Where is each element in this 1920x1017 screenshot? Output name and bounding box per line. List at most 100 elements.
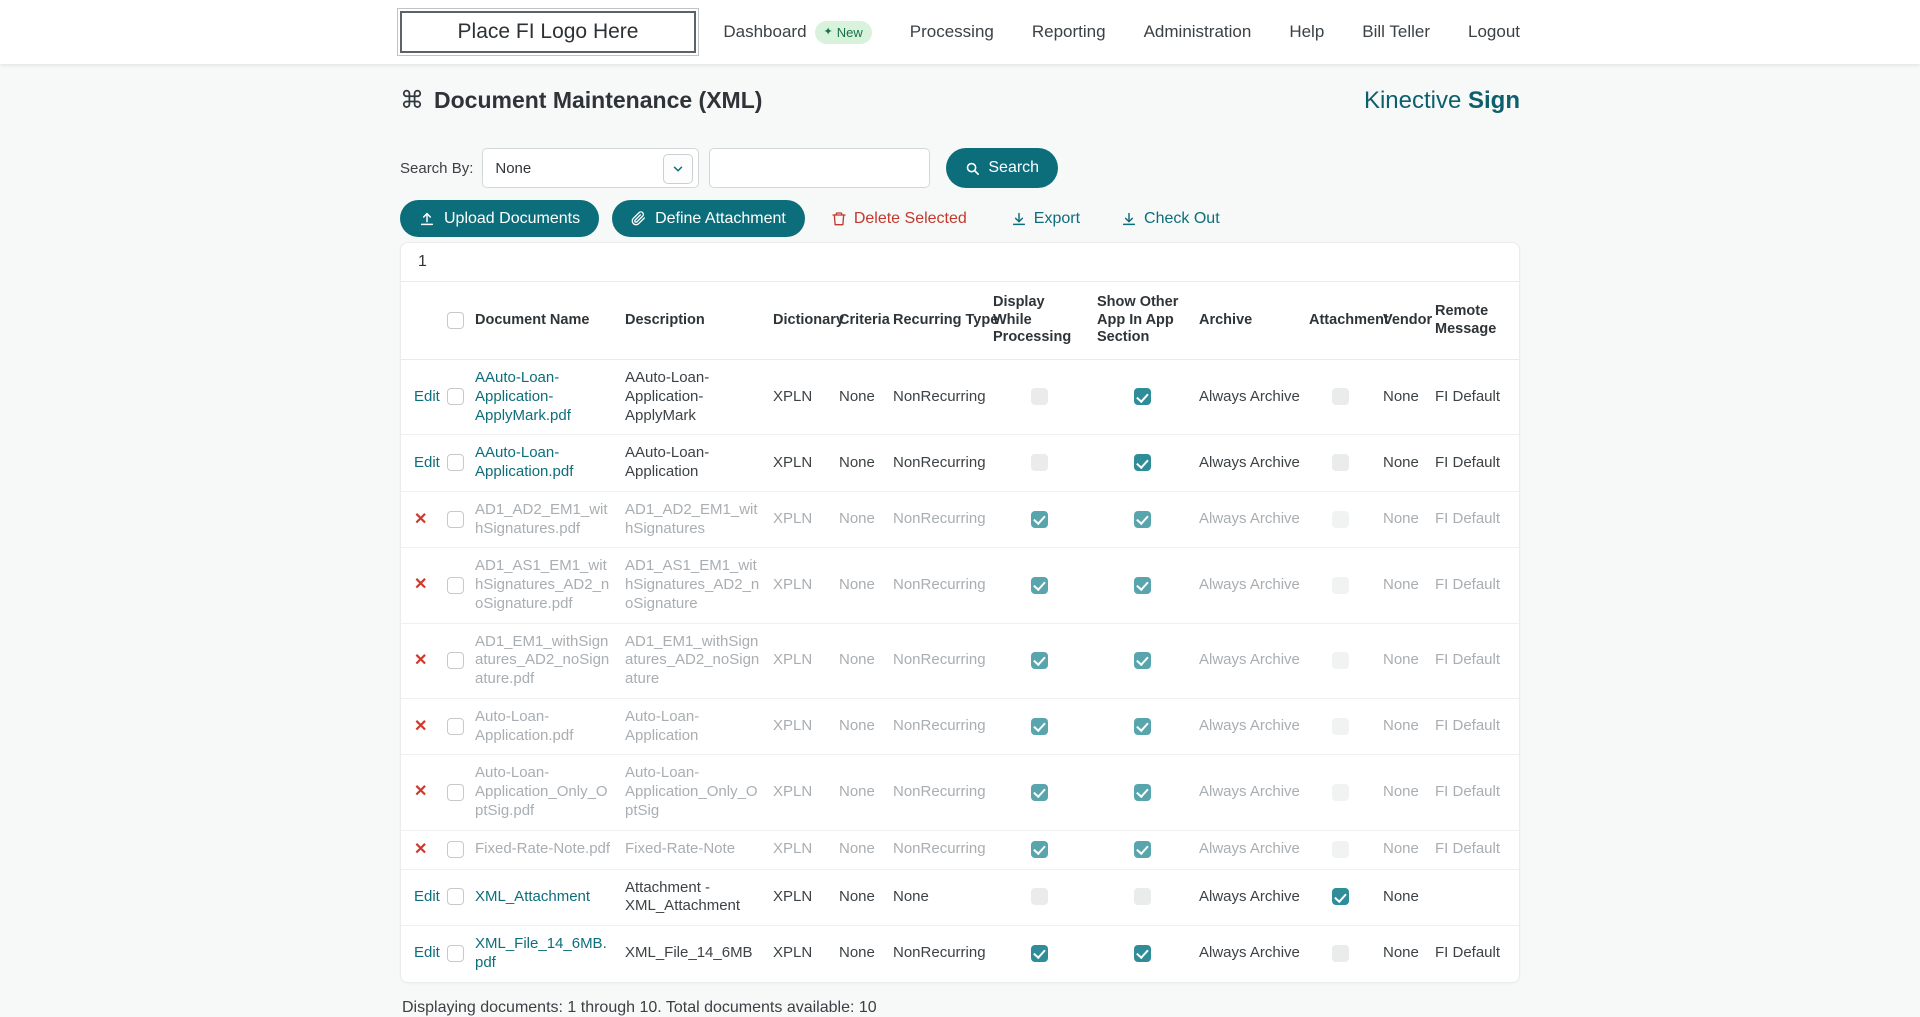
col-description: Description — [619, 282, 767, 360]
cancel-checkout-x-icon[interactable]: ✕ — [414, 652, 427, 669]
edit-link[interactable]: Edit — [414, 388, 440, 405]
attachment-checkbox[interactable] — [1332, 888, 1349, 905]
check-out-button[interactable]: Check Out — [1121, 210, 1220, 228]
document-name-link: Auto-Loan-Application_Only_OptSig.pdf — [475, 764, 608, 819]
remote-message-cell: FI Default — [1429, 755, 1519, 830]
document-name-link[interactable]: XML_Attachment — [475, 888, 590, 905]
row-select-checkbox[interactable] — [447, 511, 464, 528]
remote-message-cell: FI Default — [1429, 435, 1519, 492]
col-show-other-app: Show Other App In App Section — [1091, 282, 1193, 360]
cancel-checkout-x-icon[interactable]: ✕ — [414, 718, 427, 735]
recurring-type-cell: NonRecurring — [887, 360, 987, 435]
show-other-app-checkbox[interactable] — [1134, 888, 1151, 905]
attachment-checkbox[interactable] — [1332, 945, 1349, 962]
edit-link[interactable]: Edit — [414, 454, 440, 471]
display-while-processing-checkbox[interactable] — [1031, 945, 1048, 962]
row-select-checkbox[interactable] — [447, 577, 464, 594]
table-row: ✕ AD1_AS1_EM1_withSignatures_AD2_noSigna… — [401, 548, 1519, 623]
cancel-checkout-x-icon[interactable]: ✕ — [414, 783, 427, 800]
criteria-cell: None — [833, 360, 887, 435]
dictionary-cell: XPLN — [767, 830, 833, 869]
row-select-checkbox[interactable] — [447, 784, 464, 801]
row-select-checkbox[interactable] — [447, 888, 464, 905]
page-title: ⌘ Document Maintenance (XML) — [400, 86, 762, 115]
display-while-processing-checkbox — [1031, 652, 1048, 669]
description-cell: XML_File_14_6MB — [619, 926, 767, 982]
upload-documents-button[interactable]: Upload Documents — [400, 200, 599, 237]
criteria-cell: None — [833, 755, 887, 830]
page-title-text: Document Maintenance (XML) — [434, 87, 762, 114]
description-cell: AD1_AS1_EM1_withSignatures_AD2_noSignatu… — [619, 548, 767, 623]
display-while-processing-checkbox[interactable] — [1031, 888, 1048, 905]
nav-dashboard[interactable]: Dashboard ✦ New — [723, 21, 871, 44]
nav-administration[interactable]: Administration — [1144, 22, 1252, 42]
search-by-select[interactable]: None — [482, 148, 699, 188]
search-button[interactable]: Search — [946, 148, 1058, 188]
criteria-cell: None — [833, 548, 887, 623]
vendor-cell: None — [1377, 548, 1429, 623]
search-input[interactable] — [709, 148, 930, 188]
document-name-link: AD1_EM1_withSignatures_AD2_noSignature.p… — [475, 633, 609, 688]
table-row: ✕ Auto-Loan-Application_Only_OptSig.pdf … — [401, 755, 1519, 830]
edit-link[interactable]: Edit — [414, 888, 440, 905]
attachment-checkbox[interactable] — [1332, 454, 1349, 471]
description-cell: Fixed-Rate-Note — [619, 830, 767, 869]
archive-cell: Always Archive — [1193, 830, 1303, 869]
show-other-app-checkbox — [1134, 577, 1151, 594]
select-all-header — [441, 282, 469, 360]
nav-help[interactable]: Help — [1289, 22, 1324, 42]
vendor-cell: None — [1377, 491, 1429, 548]
edit-link[interactable]: Edit — [414, 944, 440, 961]
table-row: Edit XML_Attachment Attachment - XML_Att… — [401, 869, 1519, 926]
cancel-checkout-x-icon[interactable]: ✕ — [414, 511, 427, 528]
col-attachment: Attachment — [1303, 282, 1377, 360]
trash-icon — [831, 211, 847, 227]
document-name-link[interactable]: AAuto-Loan-Application.pdf — [475, 444, 573, 480]
show-other-app-checkbox[interactable] — [1134, 945, 1151, 962]
vendor-cell: None — [1377, 435, 1429, 492]
search-button-label: Search — [988, 159, 1039, 177]
search-icon — [965, 161, 980, 176]
table-row: Edit AAuto-Loan-Application.pdf AAuto-Lo… — [401, 435, 1519, 492]
recurring-type-cell: NonRecurring — [887, 830, 987, 869]
row-select-checkbox[interactable] — [447, 841, 464, 858]
show-other-app-checkbox[interactable] — [1134, 388, 1151, 405]
display-while-processing-checkbox[interactable] — [1031, 388, 1048, 405]
delete-selected-button[interactable]: Delete Selected — [831, 210, 967, 228]
show-other-app-checkbox — [1134, 841, 1151, 858]
export-button[interactable]: Export — [1011, 210, 1080, 228]
remote-message-cell: FI Default — [1429, 926, 1519, 982]
display-while-processing-checkbox — [1031, 718, 1048, 735]
row-select-checkbox[interactable] — [447, 454, 464, 471]
select-all-checkbox[interactable] — [447, 312, 464, 329]
nav-reporting[interactable]: Reporting — [1032, 22, 1106, 42]
row-select-checkbox[interactable] — [447, 388, 464, 405]
export-label: Export — [1034, 210, 1080, 228]
row-select-checkbox[interactable] — [447, 652, 464, 669]
display-while-processing-checkbox[interactable] — [1031, 454, 1048, 471]
action-column-header — [401, 282, 441, 360]
recurring-type-cell: NonRecurring — [887, 755, 987, 830]
display-while-processing-checkbox — [1031, 511, 1048, 528]
main-content: ⌘ Document Maintenance (XML) Kinective S… — [400, 64, 1520, 1017]
document-name-link[interactable]: AAuto-Loan-Application-ApplyMark.pdf — [475, 369, 571, 424]
nav-processing[interactable]: Processing — [910, 22, 994, 42]
display-while-processing-checkbox — [1031, 577, 1048, 594]
cancel-checkout-x-icon[interactable]: ✕ — [414, 841, 427, 858]
vendor-cell: None — [1377, 755, 1429, 830]
cancel-checkout-x-icon[interactable]: ✕ — [414, 576, 427, 593]
vendor-cell: None — [1377, 926, 1429, 982]
download-icon — [1011, 211, 1027, 227]
document-name-link[interactable]: XML_File_14_6MB.pdf — [475, 935, 607, 971]
nav-logout[interactable]: Logout — [1468, 22, 1520, 42]
show-other-app-checkbox[interactable] — [1134, 454, 1151, 471]
attachment-checkbox[interactable] — [1332, 388, 1349, 405]
nav-user-bill-teller[interactable]: Bill Teller — [1362, 22, 1430, 42]
col-archive: Archive — [1193, 282, 1303, 360]
row-select-checkbox[interactable] — [447, 718, 464, 735]
pagination-page-1[interactable]: 1 — [416, 253, 429, 271]
define-attachment-button[interactable]: Define Attachment — [612, 200, 805, 237]
row-select-checkbox[interactable] — [447, 945, 464, 962]
new-badge: ✦ New — [815, 21, 872, 44]
table-header-row: Document Name Description Dictionary Cri… — [401, 282, 1519, 360]
